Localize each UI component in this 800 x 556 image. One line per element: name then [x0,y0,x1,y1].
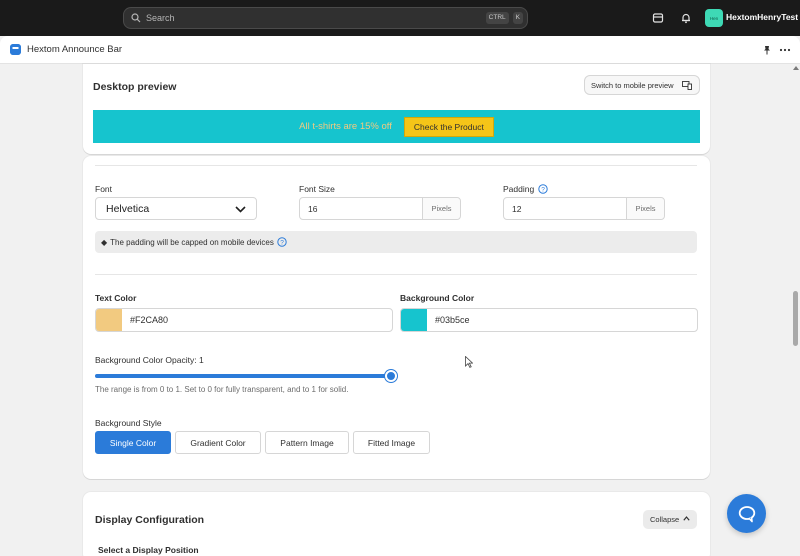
svg-text:?: ? [280,239,284,246]
chevron-down-icon [235,206,246,213]
text-color-field[interactable]: #F2CA80 [95,308,393,332]
single-color-button[interactable]: Single Color [95,431,171,454]
pattern-image-button[interactable]: Pattern Image [265,431,349,454]
help-icon[interactable]: ? [277,237,287,247]
search-bar[interactable]: Search CTRL K [123,7,528,29]
pin-icon[interactable] [762,45,772,55]
padding-notice: ◆ The padding will be capped on mobile d… [95,231,697,253]
app-header: Hextom Announce Bar [0,36,800,64]
shortcut-k: K [512,12,523,24]
background-color-swatch[interactable] [401,309,427,331]
divider [95,274,697,275]
padding-input[interactable]: 12 Pixels [503,197,665,220]
app-logo-icon [10,44,21,55]
scroll-up-arrow-icon[interactable] [793,66,799,70]
font-select-value: Helvetica [106,202,150,215]
padding-label: Padding? [503,184,548,194]
padding-notice-text: The padding will be capped on mobile dev… [110,237,274,247]
font-size-value[interactable]: 16 [300,198,422,219]
shortcut-ctrl: CTRL [485,12,509,24]
collapse-button[interactable]: Collapse [643,510,697,529]
opacity-slider-thumb[interactable] [385,370,397,382]
admin-topbar: Search CTRL K Hen HextomHenryTest [0,0,800,36]
bell-icon[interactable] [680,12,692,24]
store-icon[interactable] [652,12,664,24]
text-color-swatch[interactable] [96,309,122,331]
divider [95,165,697,166]
app-title: Hextom Announce Bar [27,44,123,55]
padding-value[interactable]: 12 [504,198,626,219]
desktop-preview-card: Desktop preview Switch to mobile preview… [83,64,710,154]
display-configuration-card: Display Configuration Collapse Select a … [83,492,710,556]
gradient-color-button[interactable]: Gradient Color [175,431,261,454]
style-settings-card: Font Helvetica Font Size 16 Pixels Paddi… [83,156,710,479]
padding-label-text: Padding [503,184,535,194]
chevron-up-icon [683,516,690,521]
font-size-label: Font Size [299,184,335,194]
page-scrollbar[interactable] [791,64,800,556]
announcement-bar-preview: All t-shirts are 15% off Check the Produ… [93,110,700,143]
preview-title: Desktop preview [93,81,177,93]
announcement-text: All t-shirts are 15% off [299,121,392,132]
opacity-slider-track[interactable] [95,374,393,378]
switch-mobile-preview-label: Switch to mobile preview [591,80,674,90]
store-avatar[interactable]: Hen [705,9,723,27]
background-color-field[interactable]: #03b5ce [400,308,698,332]
opacity-label: Background Color Opacity: 1 [95,355,204,365]
search-icon [131,13,141,23]
scroll-thumb[interactable] [793,291,798,346]
background-style-label: Background Style [95,418,162,428]
check-product-button[interactable]: Check the Product [403,116,494,137]
font-select[interactable]: Helvetica [95,197,257,220]
font-size-input[interactable]: 16 Pixels [299,197,461,220]
text-color-value[interactable]: #F2CA80 [122,309,168,331]
opacity-hint: The range is from 0 to 1. Set to 0 for f… [95,385,349,394]
mouse-cursor-icon [465,356,473,368]
chat-bubble-icon [738,505,755,522]
help-icon[interactable]: ? [538,184,548,194]
switch-mobile-preview-button[interactable]: Switch to mobile preview [584,75,700,95]
fitted-image-button[interactable]: Fitted Image [353,431,430,454]
svg-text:?: ? [541,186,545,193]
collapse-label: Collapse [650,515,680,524]
mobile-desktop-icon [682,81,692,90]
text-color-label: Text Color [95,293,137,303]
info-diamond-icon: ◆ [101,237,108,247]
more-icon[interactable] [779,45,791,55]
font-size-unit: Pixels [422,198,460,219]
background-color-label: Background Color [400,293,475,303]
chat-support-button[interactable] [727,494,766,533]
padding-unit: Pixels [626,198,664,219]
display-position-label: Select a Display Position [98,545,199,555]
display-config-title: Display Configuration [95,514,205,526]
background-color-value[interactable]: #03b5ce [427,309,470,331]
font-label: Font [95,184,113,194]
search-placeholder: Search [146,13,175,23]
store-name[interactable]: HextomHenryTest [726,12,798,22]
